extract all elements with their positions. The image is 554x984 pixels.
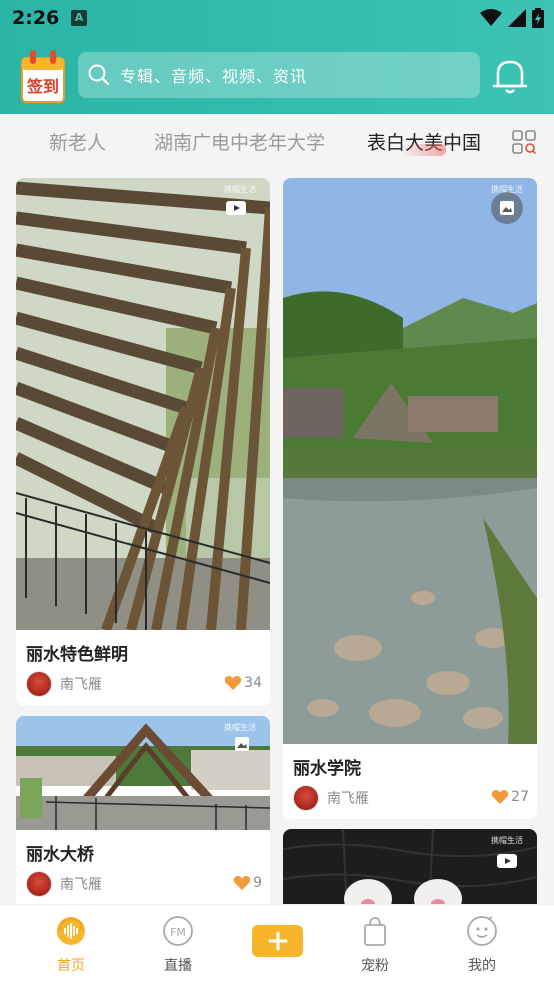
like-number: 9 (253, 875, 262, 891)
notification-bell-icon[interactable] (488, 54, 532, 98)
card-author: 南飞雁 (26, 871, 102, 897)
avatar (26, 671, 52, 697)
card-title: 丽水学院 (293, 759, 361, 779)
tab-new-elderly[interactable]: 新老人 (49, 128, 106, 155)
feed-card[interactable]: 携帽生活 丽水特色鲜明 南飞雁 34 (16, 178, 270, 706)
author-name: 南飞雁 (327, 791, 369, 807)
nav-profile[interactable]: 我的 (452, 915, 512, 975)
notification-a-icon: A (71, 10, 87, 26)
category-tabs: 新老人 湖南广电中老年大学 表白大美中国 (0, 114, 554, 172)
battery-icon (532, 8, 544, 28)
like-number: 34 (244, 675, 262, 691)
card-image-river-campus: 携帽生活 (283, 178, 537, 744)
nav-label: 直播 (164, 958, 192, 974)
card-title: 丽水大桥 (26, 845, 94, 865)
author-name: 南飞雁 (60, 677, 102, 693)
video-icon (491, 845, 523, 877)
nav-label: 首页 (57, 958, 85, 974)
feed-card[interactable]: 携帽生活 丽水大桥 南飞雁 9 (16, 716, 270, 916)
avatar (26, 871, 52, 897)
svg-text:FM: FM (170, 926, 186, 939)
author-name: 南飞雁 (60, 877, 102, 893)
image-icon (491, 192, 523, 224)
heart-icon (224, 676, 242, 690)
nav-label: 我的 (468, 958, 496, 974)
card-image-covered-bridge: 携帽生活 (16, 716, 270, 830)
like-count[interactable]: 9 (233, 875, 262, 891)
heart-icon (491, 790, 509, 804)
card-author: 南飞雁 (293, 785, 369, 811)
video-icon (220, 192, 252, 224)
status-icons (480, 8, 544, 28)
card-title: 丽水特色鲜明 (26, 645, 128, 665)
card-image-bridge-slats: 携帽生活 (16, 178, 270, 630)
category-grid-icon[interactable] (512, 130, 537, 155)
nav-live[interactable]: FM 直播 (148, 915, 208, 975)
plus-icon (268, 931, 287, 951)
home-audio-icon (57, 917, 85, 945)
card-author: 南飞雁 (26, 671, 102, 697)
wifi-icon (480, 9, 502, 26)
search-bar[interactable]: 专辑、音频、视频、资讯 (78, 52, 480, 98)
cellular-signal-icon (508, 9, 526, 27)
avatar (293, 785, 319, 811)
like-number: 27 (511, 789, 529, 805)
nav-fans[interactable]: 宠粉 (345, 915, 405, 975)
search-icon (88, 64, 110, 86)
heart-icon (233, 876, 251, 890)
search-placeholder: 专辑、音频、视频、资讯 (120, 67, 308, 86)
shopping-bag-icon (364, 917, 386, 946)
add-post-button[interactable] (252, 925, 303, 957)
checkin-logo[interactable]: 签到 (18, 48, 68, 104)
fm-radio-icon: FM (163, 916, 193, 946)
active-tab-indicator (400, 144, 446, 156)
status-time: 2:26 (12, 7, 60, 29)
image-icon (232, 734, 252, 754)
nav-home[interactable]: 首页 (41, 915, 101, 975)
like-count[interactable]: 27 (491, 789, 529, 805)
svg-text:签到: 签到 (26, 77, 59, 96)
feed-card[interactable]: 携帽生活 丽水学院 南飞雁 27 (283, 178, 537, 819)
bottom-navigation: 首页 FM 直播 宠粉 我的 (0, 904, 554, 984)
profile-face-icon (467, 916, 497, 946)
tab-hunan-university[interactable]: 湖南广电中老年大学 (154, 128, 325, 155)
card-watermark: 携帽生活 (224, 723, 256, 732)
status-bar: 2:26 A (0, 0, 554, 36)
like-count[interactable]: 34 (224, 675, 262, 691)
nav-label: 宠粉 (361, 958, 389, 974)
